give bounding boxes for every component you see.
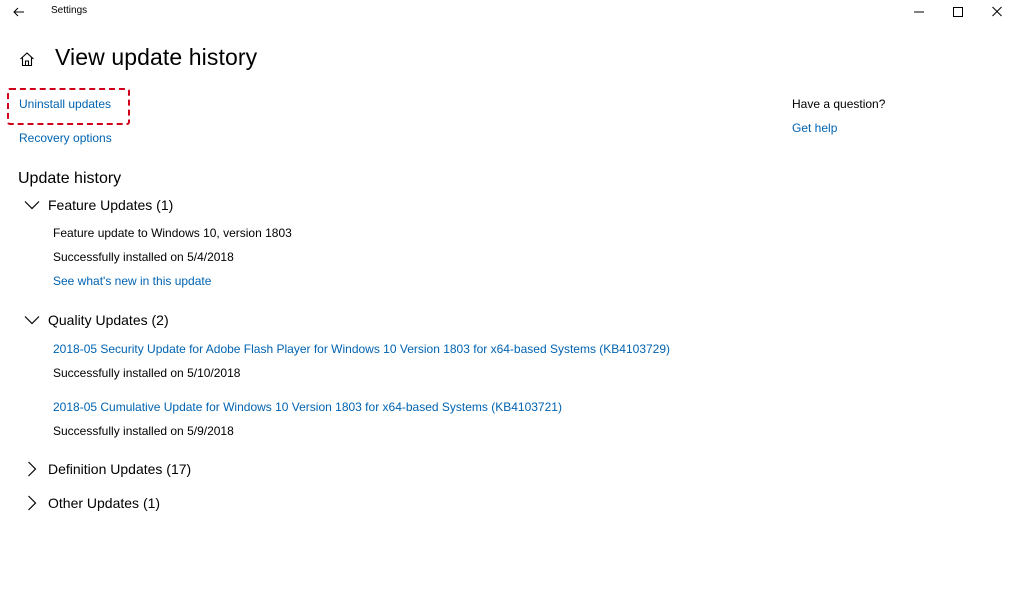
close-button[interactable] <box>986 3 1008 21</box>
update-status: Successfully installed on 5/10/2018 <box>53 366 241 380</box>
maximize-button[interactable] <box>947 3 969 21</box>
update-status: Successfully installed on 5/4/2018 <box>53 250 234 264</box>
chevron-right-icon <box>22 459 42 479</box>
feature-updates-group[interactable]: Feature Updates (1) <box>22 194 173 216</box>
group-label: Feature Updates (1) <box>48 197 174 213</box>
group-label: Quality Updates (2) <box>48 312 169 328</box>
help-question: Have a question? <box>792 97 886 111</box>
update-name: Feature update to Windows 10, version 18… <box>53 226 292 240</box>
whats-new-link[interactable]: See what's new in this update <box>53 274 211 288</box>
title-bar: Settings <box>0 0 1015 24</box>
home-icon <box>20 52 34 67</box>
quality-updates-group[interactable]: Quality Updates (2) <box>22 309 169 331</box>
update-history-title: Update history <box>18 170 122 187</box>
maximize-icon <box>953 7 963 17</box>
chevron-right-icon <box>22 493 42 513</box>
chevron-down-icon <box>22 195 42 215</box>
group-label: Definition Updates (17) <box>48 461 192 477</box>
minimize-icon <box>914 11 924 13</box>
update-name-link[interactable]: 2018-05 Cumulative Update for Windows 10… <box>53 400 562 414</box>
group-label: Other Updates (1) <box>48 495 161 511</box>
minimize-button[interactable] <box>908 3 930 21</box>
home-button[interactable] <box>18 50 36 68</box>
recovery-options-link[interactable]: Recovery options <box>19 131 112 145</box>
uninstall-updates-link[interactable]: Uninstall updates <box>19 97 111 111</box>
get-help-link[interactable]: Get help <box>792 121 837 135</box>
back-button[interactable] <box>9 3 29 21</box>
other-updates-group[interactable]: Other Updates (1) <box>22 492 160 514</box>
chevron-down-icon <box>22 310 42 330</box>
page-title: View update history <box>55 44 258 70</box>
definition-updates-group[interactable]: Definition Updates (17) <box>22 458 191 480</box>
close-icon <box>992 6 1002 17</box>
app-title: Settings <box>51 5 88 16</box>
settings-window: Settings View update history Uninstall u… <box>0 0 1015 603</box>
back-arrow-icon <box>13 7 24 17</box>
update-name-link[interactable]: 2018-05 Security Update for Adobe Flash … <box>53 342 670 356</box>
update-status: Successfully installed on 5/9/2018 <box>53 424 234 438</box>
